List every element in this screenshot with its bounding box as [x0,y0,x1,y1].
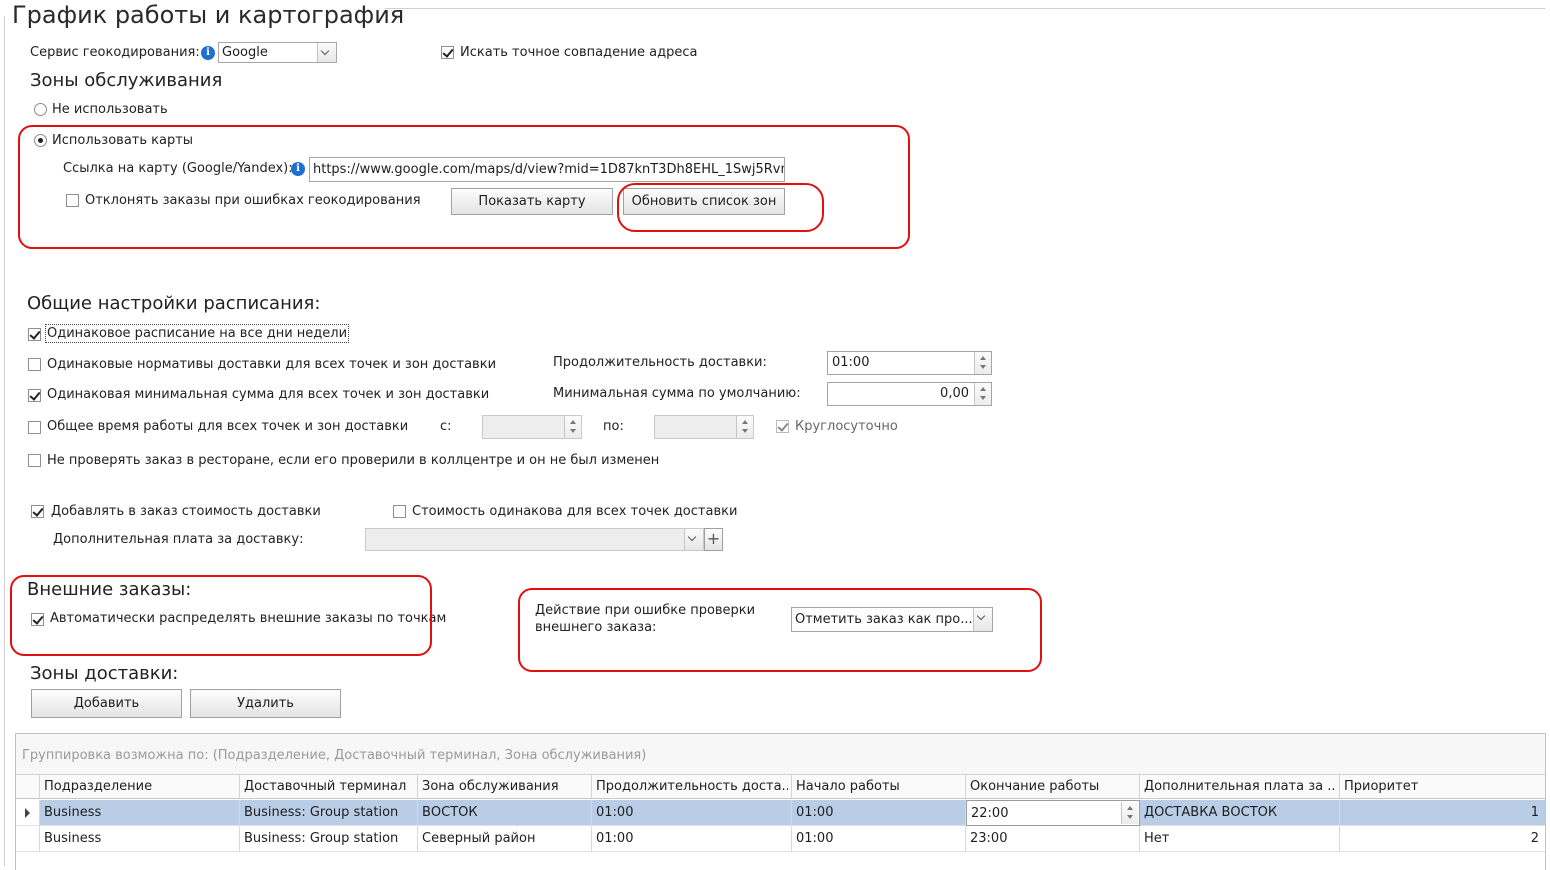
page-title: График работы и картография [12,1,405,29]
common-time-checkbox[interactable] [28,421,41,434]
delete-zone-button[interactable]: Удалить [190,689,341,718]
duration-input[interactable]: 01:00 [827,351,992,375]
extra-fee-label: Дополнительная плата за доставку: [53,532,304,547]
chevron-down-icon[interactable] [317,43,336,62]
same-cost-label: Стоимость одинакова для всех точек доста… [412,504,738,519]
table-cell[interactable]: 01:00 [592,800,792,826]
to-label: по: [603,419,624,434]
same-min-sum-checkbox[interactable] [28,389,41,402]
table-cell[interactable]: 01:00 [792,800,966,826]
table-cell[interactable]: 2 [1340,826,1545,852]
exact-match-checkbox[interactable] [441,46,454,59]
no-check-checkbox[interactable] [28,454,41,467]
column-header[interactable]: Дополнительная плата за ... [1140,775,1340,799]
add-cost-checkbox[interactable] [31,505,44,518]
row-indicator[interactable] [16,800,40,826]
no-check-label: Не проверять заказ в ресторане, если его… [47,453,660,468]
spinner-icon[interactable] [974,352,991,374]
column-header[interactable]: Подразделение [40,775,240,799]
column-header[interactable]: Продолжительность доста... [592,775,792,799]
radio-not-use[interactable] [34,103,47,116]
schedule-heading: Общие настройки расписания: [27,293,321,314]
group-hint: Группировка возможна по: (Подразделение,… [22,748,647,763]
table-cell[interactable]: Business: Group station [240,826,418,852]
from-label: с: [440,419,452,434]
table-cell[interactable]: Нет [1140,826,1340,852]
table-cell[interactable]: 01:00 [792,826,966,852]
radio-not-use-label: Не использовать [52,102,168,117]
highlight-error-action-box [518,588,1042,672]
time-from-input[interactable] [482,415,582,439]
add-fee-button[interactable]: + [704,528,723,551]
table-cell[interactable]: ДОСТАВКА ВОСТОК [1140,800,1340,826]
end-time-editor[interactable]: 22:00 [966,800,1140,826]
spinner-icon[interactable] [736,416,753,438]
geocoding-service-select[interactable]: Google [218,42,337,63]
section-frame-top [385,8,1545,9]
column-header[interactable]: Зона обслуживания [418,775,592,799]
row-indicator-header [16,775,40,799]
spinner-icon[interactable] [974,383,991,405]
spinner-icon[interactable] [564,416,581,438]
section-frame-left [4,16,5,866]
extra-fee-select[interactable] [365,528,704,551]
column-header[interactable]: Приоритет [1340,775,1545,799]
same-norms-checkbox[interactable] [28,358,41,371]
same-cost-checkbox[interactable] [393,505,406,518]
exact-match-label: Искать точное совпадение адреса [460,45,698,60]
same-schedule-checkbox[interactable] [28,328,41,341]
min-sum-input[interactable]: 0,00 [827,382,992,406]
duration-label: Продолжительность доставки: [553,355,767,370]
table-cell[interactable]: Business: Group station [240,800,418,826]
table-cell[interactable]: Северный район [418,826,592,852]
table-cell[interactable]: 1 [1340,800,1545,826]
zones-heading: Зоны обслуживания [30,70,223,91]
highlight-refresh-button [617,183,824,232]
round-clock-label: Круглосуточно [795,419,898,434]
geocoding-label: Сервис геокодирования: [30,45,200,60]
row-indicator[interactable] [16,826,40,852]
table-cell[interactable]: Business [40,826,240,852]
table-cell[interactable]: ВОСТОК [418,800,592,826]
column-header[interactable]: Окончание работы [966,775,1140,799]
add-cost-label: Добавлять в заказ стоимость доставки [51,504,321,519]
add-zone-button[interactable]: Добавить [31,689,182,718]
table-cell[interactable]: 23:00 [966,826,1140,852]
delivery-zones-heading: Зоны доставки: [30,663,179,684]
same-norms-label: Одинаковые нормативы доставки для всех т… [47,357,497,372]
same-min-sum-label: Одинаковая минимальная сумма для всех то… [47,387,490,402]
row-pointer-icon [25,808,30,818]
table-cell[interactable]: 01:00 [592,826,792,852]
column-header[interactable]: Доставочный терминал [240,775,418,799]
min-sum-label: Минимальная сумма по умолчанию: [553,386,801,401]
highlight-external-box [10,575,432,656]
time-to-input[interactable] [654,415,754,439]
table-cell[interactable]: Business [40,800,240,826]
chevron-down-icon[interactable] [684,529,703,550]
spinner-icon[interactable] [1121,802,1138,824]
info-icon[interactable]: i [201,46,215,60]
common-time-label: Общее время работы для всех точек и зон … [47,419,409,434]
round-clock-checkbox[interactable] [776,420,789,433]
column-header[interactable]: Начало работы [792,775,966,799]
same-schedule-label: Одинаковое расписание на все дни недели [44,324,350,343]
